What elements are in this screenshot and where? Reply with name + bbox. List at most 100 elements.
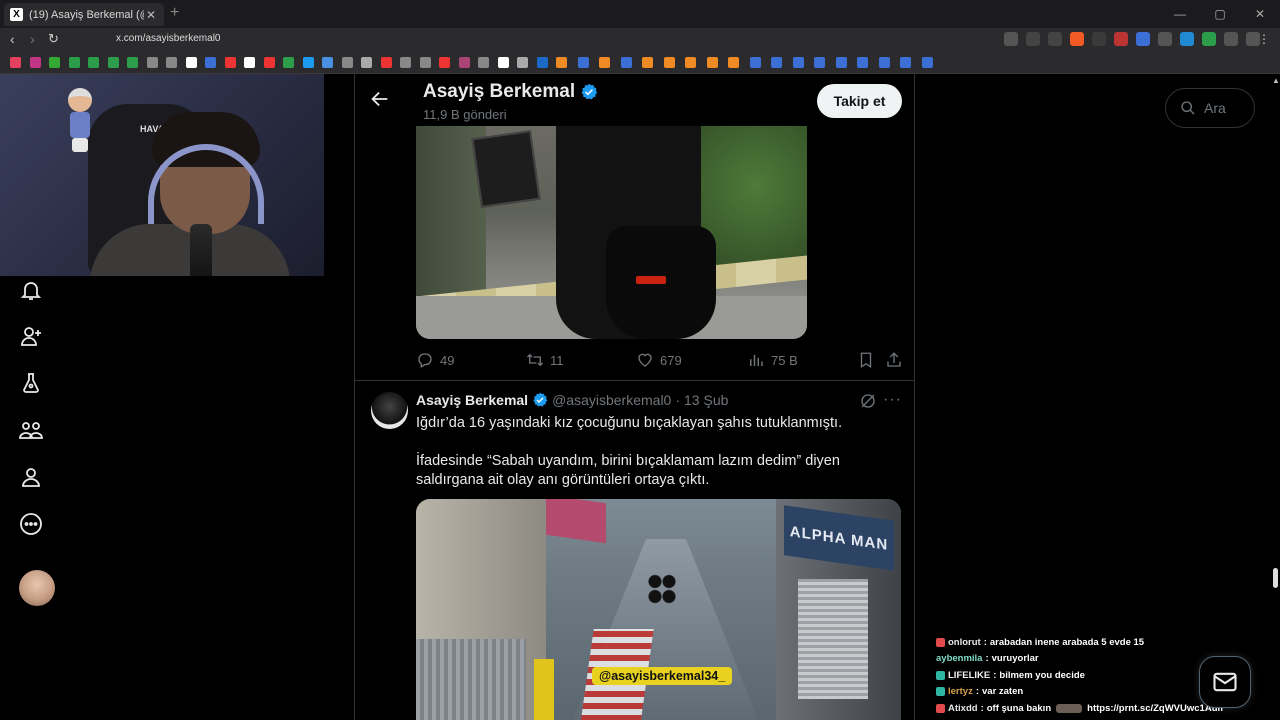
author-handle[interactable]: @asayisberkemal0: [552, 392, 671, 408]
like-count: 679: [660, 352, 682, 368]
brave-shield-icon[interactable]: [1070, 32, 1084, 46]
bookmark-favicon-icon[interactable]: [878, 57, 890, 68]
browser-tab[interactable]: X (19) Asayiş Berkemal (@asayisbe ✕: [4, 3, 164, 26]
browser-menu-icon[interactable]: ⋮: [1258, 32, 1270, 46]
puzzle-icon[interactable]: [1224, 32, 1238, 46]
views-button[interactable]: 75 B: [747, 351, 857, 369]
bookmark-favicon-icon[interactable]: [835, 57, 847, 68]
bookmark-favicon-icon[interactable]: [283, 57, 294, 68]
bookmark-favicon-icon[interactable]: [536, 57, 548, 68]
follow-icon[interactable]: [18, 323, 44, 349]
communities-icon[interactable]: [18, 417, 44, 443]
bookmark-favicon-icon[interactable]: [224, 57, 236, 68]
bookmark-favicon-icon[interactable]: [706, 57, 718, 68]
bookmark-favicon-icon[interactable]: [577, 57, 589, 68]
scroll-up-arrow-icon[interactable]: ▲: [1272, 76, 1280, 85]
extension-icon[interactable]: [1158, 32, 1172, 46]
bookmark-favicon-icon[interactable]: [771, 57, 782, 68]
chat-link[interactable]: https://prnt.sc/ZqWVUwc1Auif: [1087, 703, 1223, 714]
post-media-video[interactable]: [416, 126, 807, 339]
cast-icon[interactable]: [1026, 32, 1040, 46]
bookmark-favicon-icon[interactable]: [685, 57, 696, 68]
new-tab-button[interactable]: +: [170, 4, 179, 22]
extension-icon[interactable]: [1180, 32, 1194, 46]
grok-explain-icon[interactable]: [859, 392, 877, 410]
close-tab-icon[interactable]: ✕: [144, 8, 158, 22]
like-button[interactable]: 679: [636, 351, 747, 369]
chat-text: vuruyorlar: [991, 653, 1039, 665]
author-avatar[interactable]: [371, 392, 408, 429]
bookmark-favicon-icon[interactable]: [244, 57, 255, 68]
bookmark-favicon-icon[interactable]: [88, 57, 99, 68]
post-date[interactable]: 13 Şub: [684, 392, 728, 408]
author-name[interactable]: Asayiş Berkemal: [416, 392, 528, 408]
bookmark-favicon-icon[interactable]: [620, 57, 632, 68]
bookmark-favicon-icon[interactable]: [322, 57, 333, 68]
bookmark-favicon-icon[interactable]: [663, 57, 675, 68]
bookmark-favicon-icon[interactable]: [68, 57, 80, 68]
reload-icon[interactable]: ↻: [48, 31, 59, 47]
bookmark-favicon-icon[interactable]: [380, 57, 392, 68]
bookmark-favicon-icon[interactable]: [10, 57, 21, 68]
bookmark-favicon-icon[interactable]: [728, 57, 739, 68]
bookmark-favicon-icon[interactable]: [599, 57, 610, 68]
close-window-button[interactable]: ✕: [1240, 0, 1280, 28]
bookmark-favicon-icon[interactable]: [263, 57, 275, 68]
maximize-button[interactable]: ▢: [1200, 0, 1240, 28]
bookmark-favicon-icon[interactable]: [857, 57, 868, 68]
bookmark-favicon-icon[interactable]: [458, 57, 470, 68]
bookmark-favicon-icon[interactable]: [127, 57, 138, 68]
bookmark-favicon-icon[interactable]: [921, 57, 933, 68]
bookmark-favicon-icon[interactable]: [749, 57, 761, 68]
bookmark-favicon-icon[interactable]: [302, 57, 314, 68]
forward-nav-icon[interactable]: ›: [30, 31, 35, 47]
follow-button[interactable]: Takip et: [817, 84, 902, 118]
repost-button[interactable]: 11: [526, 351, 636, 369]
bookmark-favicon-icon[interactable]: [556, 57, 567, 68]
messages-button[interactable]: [1199, 656, 1251, 708]
post-media-video[interactable]: ALPHA MAN @asayisberkemal34_: [416, 499, 901, 720]
account-avatar[interactable]: [19, 570, 55, 606]
extension-icon[interactable]: [1092, 32, 1106, 46]
search-box[interactable]: Ara: [1165, 88, 1255, 128]
bookmark-favicon-icon[interactable]: [814, 57, 825, 68]
bookmark-favicon-icon[interactable]: [185, 57, 197, 68]
more-icon[interactable]: [18, 511, 44, 537]
grok-icon[interactable]: [18, 370, 44, 396]
bookmark-favicon-icon[interactable]: [478, 57, 489, 68]
bookmark-favicon-icon[interactable]: [419, 57, 431, 68]
bookmark-favicon-icon[interactable]: [341, 57, 353, 68]
share-button[interactable]: [885, 351, 905, 369]
url-field[interactable]: x.com/asayisberkemal0: [116, 33, 220, 44]
share-icon[interactable]: [1048, 32, 1062, 46]
extension-icon[interactable]: [1136, 32, 1150, 46]
extension-icon[interactable]: [1114, 32, 1128, 46]
bookmark-favicon-icon[interactable]: [361, 57, 372, 68]
bookmark-favicon-icon[interactable]: [166, 57, 177, 68]
bookmark-button[interactable]: [857, 351, 885, 369]
bookmark-favicon-icon[interactable]: [439, 57, 450, 68]
bookmark-favicon-icon[interactable]: [497, 57, 509, 68]
page-scrollbar[interactable]: [1271, 74, 1280, 720]
bookmark-favicon-icon[interactable]: [205, 57, 216, 68]
zoom-icon[interactable]: [1004, 32, 1018, 46]
notifications-icon[interactable]: [18, 277, 44, 303]
bookmark-favicon-icon[interactable]: [642, 57, 653, 68]
bookmark-favicon-icon[interactable]: [146, 57, 158, 68]
bookmark-favicon-icon[interactable]: [792, 57, 804, 68]
back-arrow-icon[interactable]: [369, 88, 391, 110]
bookmark-favicon-icon[interactable]: [29, 57, 41, 68]
reply-button[interactable]: 49: [416, 351, 526, 369]
bookmark-favicon-icon[interactable]: [900, 57, 911, 68]
profile-name-text: Asayiş Berkemal: [423, 81, 576, 102]
back-nav-icon[interactable]: ‹: [10, 31, 15, 47]
minimize-button[interactable]: —: [1160, 0, 1200, 28]
scroll-thumb[interactable]: [1273, 568, 1278, 588]
bookmark-favicon-icon[interactable]: [49, 57, 60, 68]
bookmark-favicon-icon[interactable]: [107, 57, 119, 68]
more-options-icon[interactable]: ···: [883, 391, 902, 409]
bookmark-favicon-icon[interactable]: [400, 57, 411, 68]
bookmark-favicon-icon[interactable]: [517, 57, 528, 68]
profile-icon[interactable]: [18, 464, 44, 490]
extension-icon[interactable]: [1202, 32, 1216, 46]
